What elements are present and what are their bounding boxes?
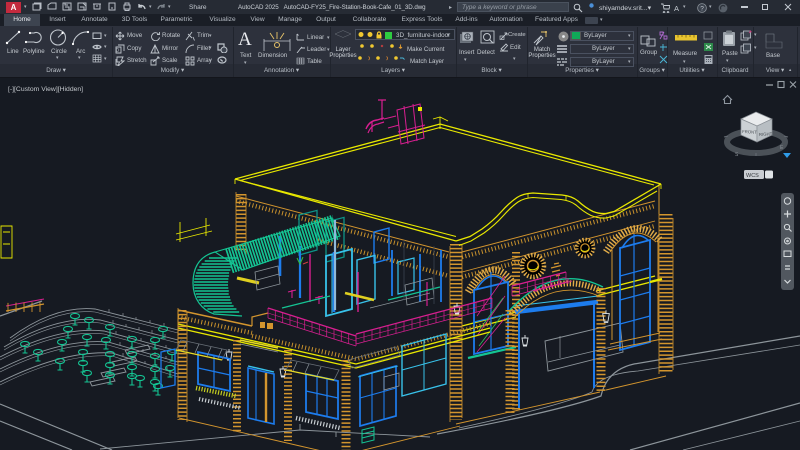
svg-text:0: 0 [116,48,119,54]
svg-text:[-][Custom View][Hidden]: [-][Custom View][Hidden] [8,86,83,93]
svg-text:WCS: WCS [746,173,759,179]
svg-text:RIGHT: RIGHT [759,131,773,137]
svg-text:FRONT: FRONT [742,129,757,135]
svg-text:?: ? [700,5,704,12]
